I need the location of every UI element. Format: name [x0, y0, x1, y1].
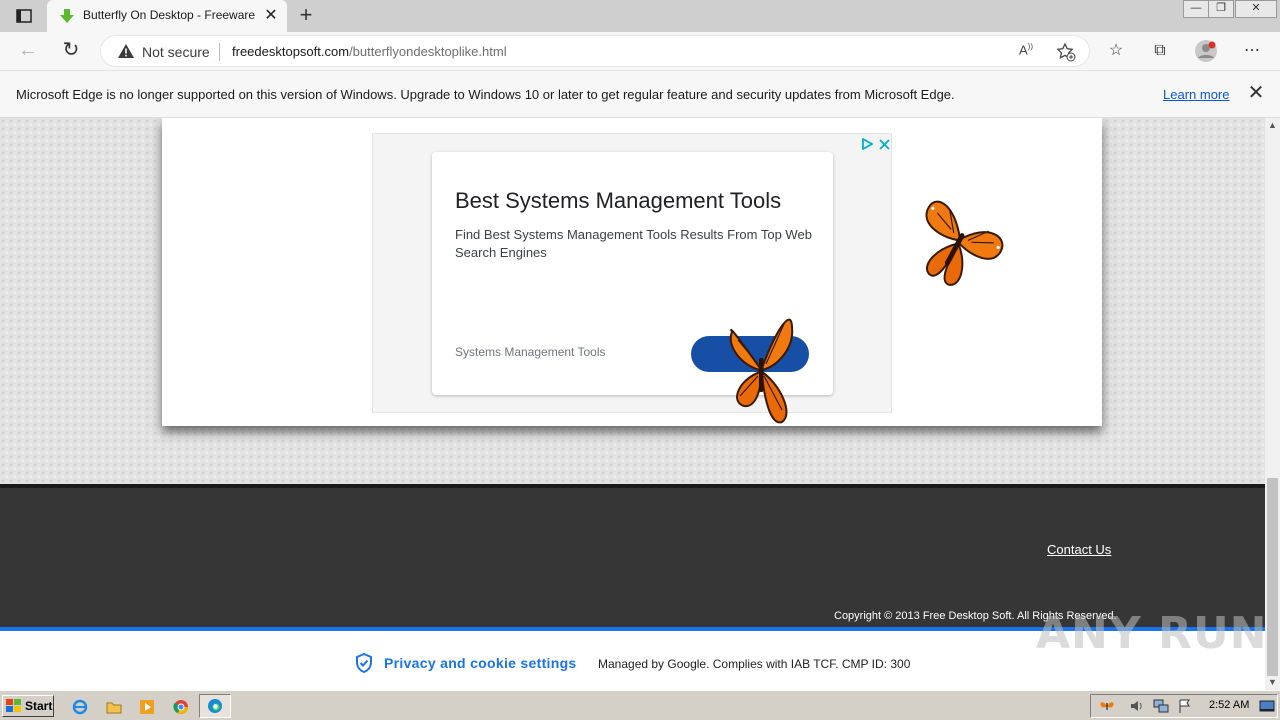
- adchoices-play-icon: [862, 138, 873, 150]
- read-aloud-icon[interactable]: A)): [1019, 42, 1041, 62]
- consent-managed-text: Managed by Google. Complies with IAB TCF…: [598, 657, 911, 671]
- privacy-settings-link[interactable]: Privacy and cookie settings: [384, 655, 577, 671]
- ad-frame: Best Systems Management Tools Find Best …: [372, 133, 892, 413]
- address-divider: [219, 43, 220, 61]
- infobar-close-button[interactable]: ✕: [1246, 83, 1266, 103]
- unsupported-os-infobar: Microsoft Edge is no longer supported on…: [0, 70, 1280, 118]
- butterfly-tray-icon[interactable]: [1099, 698, 1115, 714]
- tab-strip: Butterfly On Desktop - Freeware : ✕ + — …: [0, 0, 1280, 32]
- close-icon: ✕: [1247, 82, 1265, 104]
- collections-icon[interactable]: ⧉: [1148, 39, 1172, 63]
- download-arrow-icon: [60, 9, 74, 23]
- network-icon[interactable]: [1153, 698, 1169, 714]
- ad-source: Systems Management Tools: [455, 345, 606, 359]
- scroll-up-arrow-icon[interactable]: ▲: [1268, 121, 1277, 130]
- edge-icon: [208, 699, 222, 713]
- folder-icon[interactable]: [106, 699, 122, 715]
- tab-title: Butterfly On Desktop - Freeware :: [83, 8, 255, 22]
- contact-us-link[interactable]: Contact Us: [1047, 542, 1111, 557]
- arrow-left-icon: ←: [18, 39, 38, 61]
- active-tab[interactable]: Butterfly On Desktop - Freeware : ✕: [47, 0, 287, 32]
- restore-icon: ❐: [1216, 2, 1226, 14]
- tab-actions-icon: [16, 9, 32, 23]
- new-tab-button[interactable]: +: [294, 4, 318, 28]
- tab-close-button[interactable]: ✕: [261, 6, 281, 26]
- add-favorite-icon[interactable]: [1055, 41, 1077, 63]
- favorites-icon[interactable]: ☆: [1104, 39, 1128, 63]
- learn-more-link[interactable]: Learn more: [1163, 87, 1229, 102]
- ad-description: Find Best Systems Management Tools Resul…: [455, 227, 812, 260]
- reload-button[interactable]: ↻: [59, 39, 83, 63]
- url-path: /butterflyondesktoplike.html: [349, 44, 507, 59]
- minimize-icon: —: [1190, 2, 1202, 14]
- start-label: Start: [25, 699, 53, 713]
- butterfly-sprite: [925, 200, 1004, 286]
- ie-icon[interactable]: [72, 699, 88, 715]
- settings-more-icon[interactable]: ⋯: [1240, 39, 1264, 63]
- windows-logo-icon: [6, 699, 21, 712]
- page-scrollbar[interactable]: ▲ ▼: [1265, 118, 1280, 690]
- butterfly-sprite: [729, 318, 794, 424]
- infobar-message: Microsoft Edge is no longer supported on…: [16, 87, 955, 102]
- close-window-button[interactable]: ✕: [1235, 0, 1277, 18]
- restore-button[interactable]: ❐: [1208, 0, 1234, 18]
- volume-icon[interactable]: [1129, 698, 1145, 714]
- back-button[interactable]: ←: [16, 39, 40, 63]
- anyrun-watermark: ANY RUN: [1036, 608, 1268, 659]
- security-label[interactable]: Not secure: [142, 44, 210, 60]
- start-button[interactable]: Start: [2, 695, 54, 717]
- url-host: freedesktopsoft.com: [232, 44, 350, 59]
- plus-icon: +: [299, 2, 313, 27]
- minimize-button[interactable]: —: [1183, 0, 1209, 18]
- ad-close-icon[interactable]: [879, 138, 890, 150]
- page-viewport: Best Systems Management Tools Find Best …: [0, 118, 1265, 690]
- ad-title[interactable]: Best Systems Management Tools: [455, 188, 781, 214]
- address-toolbar: ← ↻ Not secure freedesktopsoft.com/butte…: [0, 32, 1280, 70]
- reload-icon: ↻: [62, 39, 80, 61]
- close-window-icon: ✕: [1251, 2, 1261, 14]
- action-center-flag-icon[interactable]: [1177, 698, 1193, 714]
- scroll-down-arrow-icon[interactable]: ▼: [1268, 678, 1277, 687]
- taskbar-edge-button[interactable]: [199, 694, 231, 718]
- close-icon: ✕: [264, 7, 278, 24]
- avatar-icon: [1195, 40, 1217, 62]
- taskbar-clock[interactable]: 2:52 AM: [1209, 699, 1249, 711]
- profile-avatar[interactable]: [1194, 39, 1218, 63]
- scroll-thumb[interactable]: [1267, 478, 1278, 676]
- system-tray: 2:52 AM: [1090, 694, 1278, 718]
- adchoices[interactable]: [861, 136, 893, 152]
- shield-check-icon: [356, 653, 372, 673]
- address-bar[interactable]: Not secure freedesktopsoft.com/butterfly…: [100, 35, 1090, 67]
- media-player-icon[interactable]: [139, 699, 155, 715]
- show-desktop-icon[interactable]: [1259, 698, 1275, 714]
- url-text[interactable]: freedesktopsoft.com/butterflyondesktopli…: [232, 44, 507, 59]
- tab-actions-button[interactable]: [10, 5, 38, 27]
- windows-taskbar: Start 2:52 AM: [0, 690, 1280, 720]
- warning-icon: [118, 44, 134, 58]
- chrome-icon[interactable]: [173, 699, 189, 715]
